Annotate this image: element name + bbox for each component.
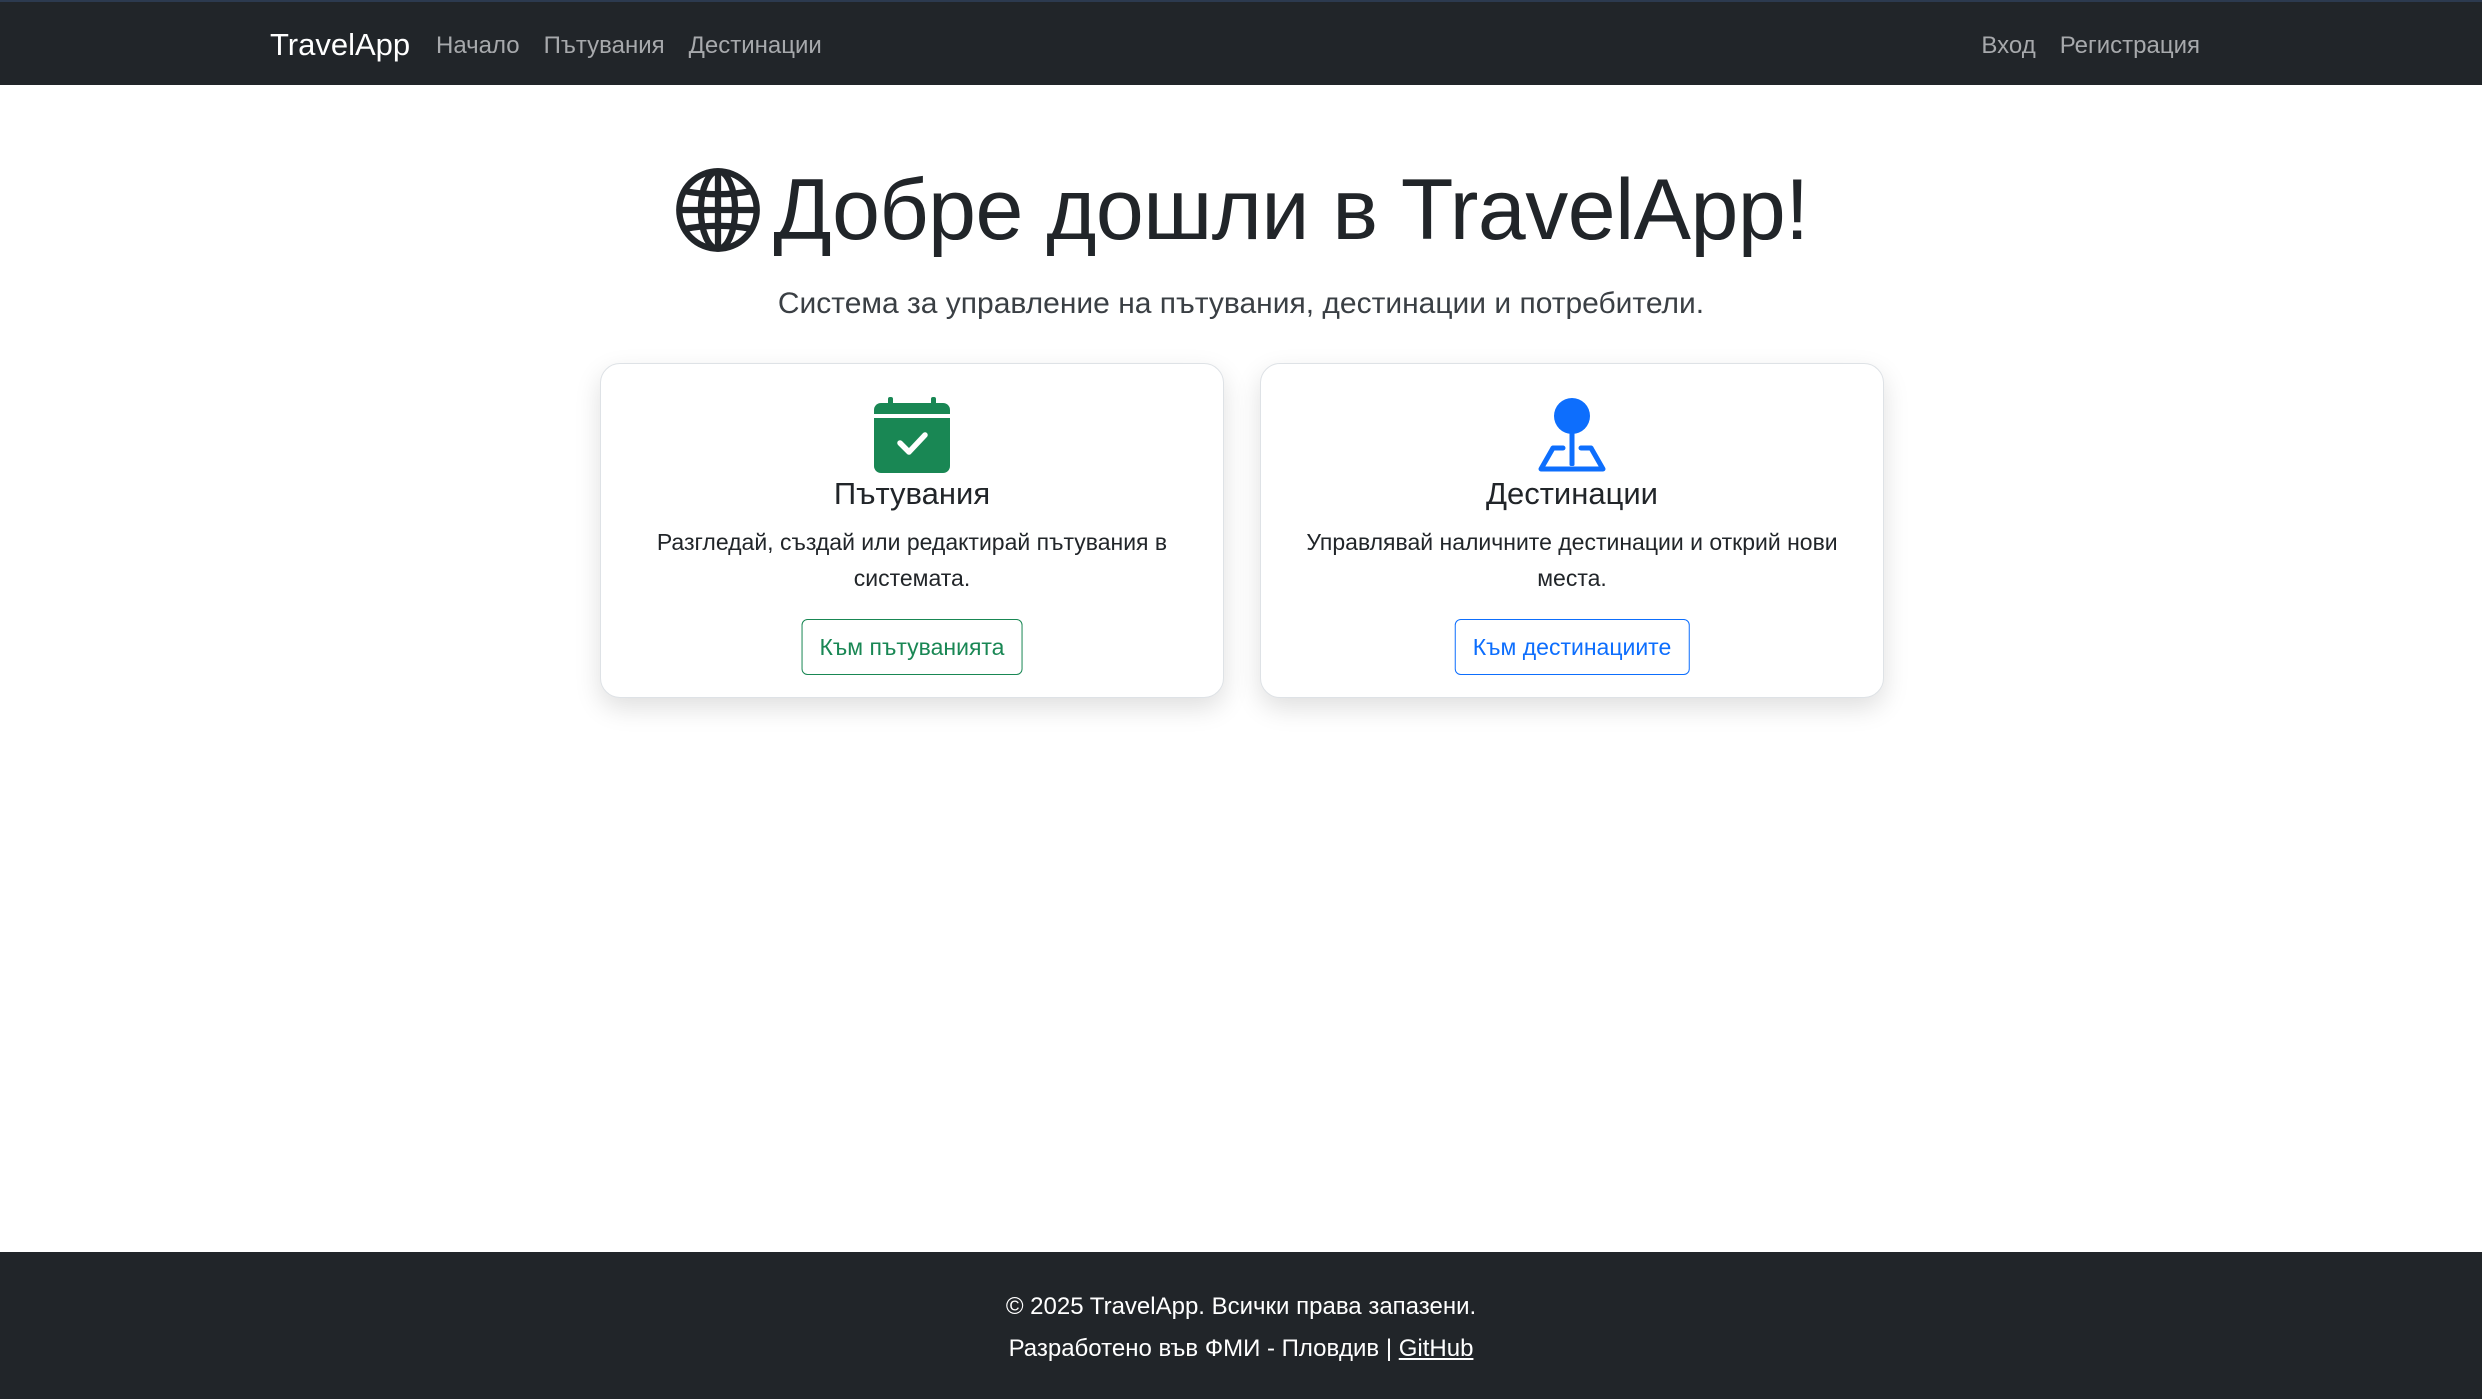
footer-copyright: © 2025 TravelApp. Всички права запазени.: [1005, 1293, 1477, 1320]
nav-right: Вход Регистрация: [1981, 32, 2200, 60]
nav-link-trips[interactable]: Пътувания: [544, 32, 665, 60]
page: TravelApp Начало Пътувания Дестинации Вх…: [0, 0, 2482, 1399]
destinations-card: Дестинации Управлявай наличните дестинац…: [1260, 363, 1884, 698]
trips-card-text: Разгледай, създай или редактирай пътуван…: [656, 529, 1168, 591]
page-title: Добре дошли в TravelApp!: [773, 162, 1809, 258]
nav-link-destinations[interactable]: Дестинации: [689, 32, 822, 60]
nav-link-home[interactable]: Начало: [436, 32, 520, 60]
hero-title: Добре дошли в TravelApp!: [0, 160, 2482, 260]
trips-card: Пътувания Разгледай, създай или редактир…: [600, 363, 1224, 698]
nav-link-login[interactable]: Вход: [1981, 32, 2035, 60]
trips-card-title: Пътувания: [833, 476, 991, 511]
destinations-card-text: Управлявай наличните дестинации и открий…: [1306, 529, 1838, 591]
nav-link-register[interactable]: Регистрация: [2060, 32, 2200, 60]
page-subtitle: Система за управление на пътувания, дест…: [777, 287, 1705, 320]
navbar: TravelApp Начало Пътувания Дестинации Вх…: [0, 0, 2482, 85]
footer-credits: Разработено във ФМИ - Пловдив | GitHub: [0, 1334, 2482, 1364]
destinations-card-title: Дестинации: [1486, 476, 1658, 511]
globe-icon: [676, 168, 761, 252]
go-to-trips-button[interactable]: Към пътуванията: [801, 619, 1023, 675]
github-link[interactable]: GitHub: [1399, 1335, 1474, 1362]
go-to-destinations-button[interactable]: Към дестинациите: [1454, 619, 1690, 675]
footer-developed-text: Разработено във ФМИ - Пловдив |: [1008, 1335, 1399, 1362]
brand-link[interactable]: TravelApp: [270, 28, 410, 62]
map-pin-icon: [1538, 398, 1606, 472]
nav-left: Начало Пътувания Дестинации: [436, 32, 822, 60]
footer: © 2025 TravelApp. Всички права запазени.…: [0, 1252, 2482, 1399]
calendar-check-icon: [874, 397, 950, 473]
